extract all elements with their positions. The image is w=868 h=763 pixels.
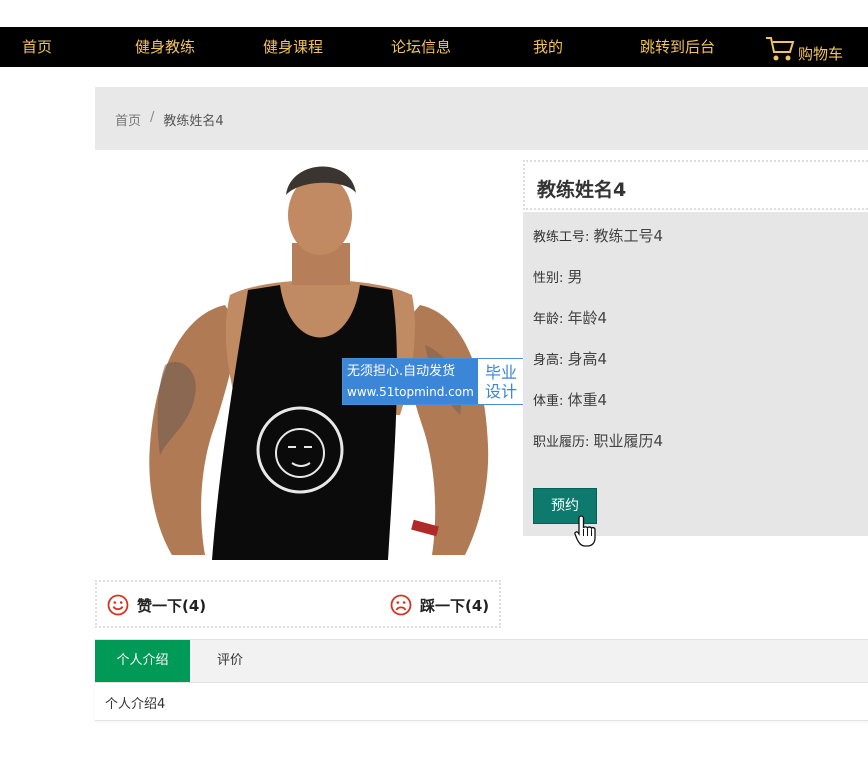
dislike-button[interactable]: 踩一下(4)	[390, 594, 489, 616]
field-label: 年龄:	[533, 312, 564, 327]
field-career: 职业履历: 职业履历4	[533, 430, 663, 451]
watermark-line1: 无须担心.自动发货	[347, 363, 456, 379]
nav-courses[interactable]: 健身课程	[263, 27, 323, 67]
like-button[interactable]: 赞一下(4)	[107, 594, 206, 616]
like-label: 赞一下(4)	[137, 596, 207, 615]
field-gender: 性别: 男	[533, 266, 583, 287]
cart-label: 购物车	[798, 45, 844, 63]
nav-mine[interactable]: 我的	[533, 27, 563, 67]
coach-title-box: 教练姓名4	[523, 160, 868, 210]
hand-pointer-icon	[574, 515, 596, 547]
smile-icon	[107, 594, 129, 616]
nav-coaches[interactable]: 健身教练	[135, 27, 195, 67]
field-value: 男	[567, 268, 583, 286]
breadcrumb-current: 教练姓名4	[163, 114, 224, 129]
breadcrumb-bar: 首页 / 教练姓名4	[95, 87, 868, 150]
field-label: 身高:	[533, 353, 564, 368]
field-label: 体重:	[533, 394, 564, 409]
coach-info-panel: 教练工号: 教练工号4 性别: 男 年龄: 年龄4 身高: 身高4 体重: 体重…	[523, 212, 868, 536]
breadcrumb: 首页 / 教练姓名4	[115, 110, 224, 129]
field-value: 年龄4	[567, 309, 608, 327]
intro-text: 个人介绍4	[105, 697, 166, 712]
vote-box: 赞一下(4) 踩一下(4)	[95, 580, 501, 628]
field-label: 职业履历:	[533, 435, 590, 450]
tab-content: 个人介绍4	[95, 682, 868, 721]
field-label: 性别:	[533, 271, 564, 286]
field-age: 年龄: 年龄4	[533, 307, 607, 328]
breadcrumb-separator: /	[150, 110, 155, 125]
nav-home[interactable]: 首页	[22, 27, 52, 67]
nav-forum[interactable]: 论坛信息	[391, 27, 451, 67]
nav-admin[interactable]: 跳转到后台	[640, 27, 715, 67]
coach-name: 教练姓名4	[537, 179, 627, 201]
field-value: 身高4	[567, 350, 608, 368]
field-label: 教练工号:	[533, 230, 590, 245]
frown-icon	[390, 594, 412, 616]
cart-icon	[766, 37, 795, 61]
top-nav: 首页 健身教练 健身课程 论坛信息 我的 跳转到后台 购物车	[0, 27, 868, 67]
watermark-badge2: 设计	[484, 381, 517, 401]
watermark-banner: 无须担心.自动发货 www.51topmind.com 毕业 设计	[342, 358, 525, 405]
dislike-label: 踩一下(4)	[420, 596, 490, 615]
watermark-badge1: 毕业	[484, 362, 517, 382]
tab-intro[interactable]: 个人介绍	[95, 640, 190, 682]
field-value: 体重4	[567, 391, 608, 409]
field-weight: 体重: 体重4	[533, 389, 607, 410]
breadcrumb-home[interactable]: 首页	[115, 110, 141, 129]
detail-tabs: 个人介绍 评价	[95, 639, 868, 683]
field-coach-id: 教练工号: 教练工号4	[533, 225, 663, 246]
field-value: 职业履历4	[593, 432, 664, 450]
watermark-url: www.51topmind.com	[347, 384, 474, 399]
field-value: 教练工号4	[593, 227, 664, 245]
field-height: 身高: 身高4	[533, 348, 607, 369]
tab-reviews[interactable]: 评价	[190, 640, 270, 682]
cart-link[interactable]: 购物车	[764, 33, 843, 63]
